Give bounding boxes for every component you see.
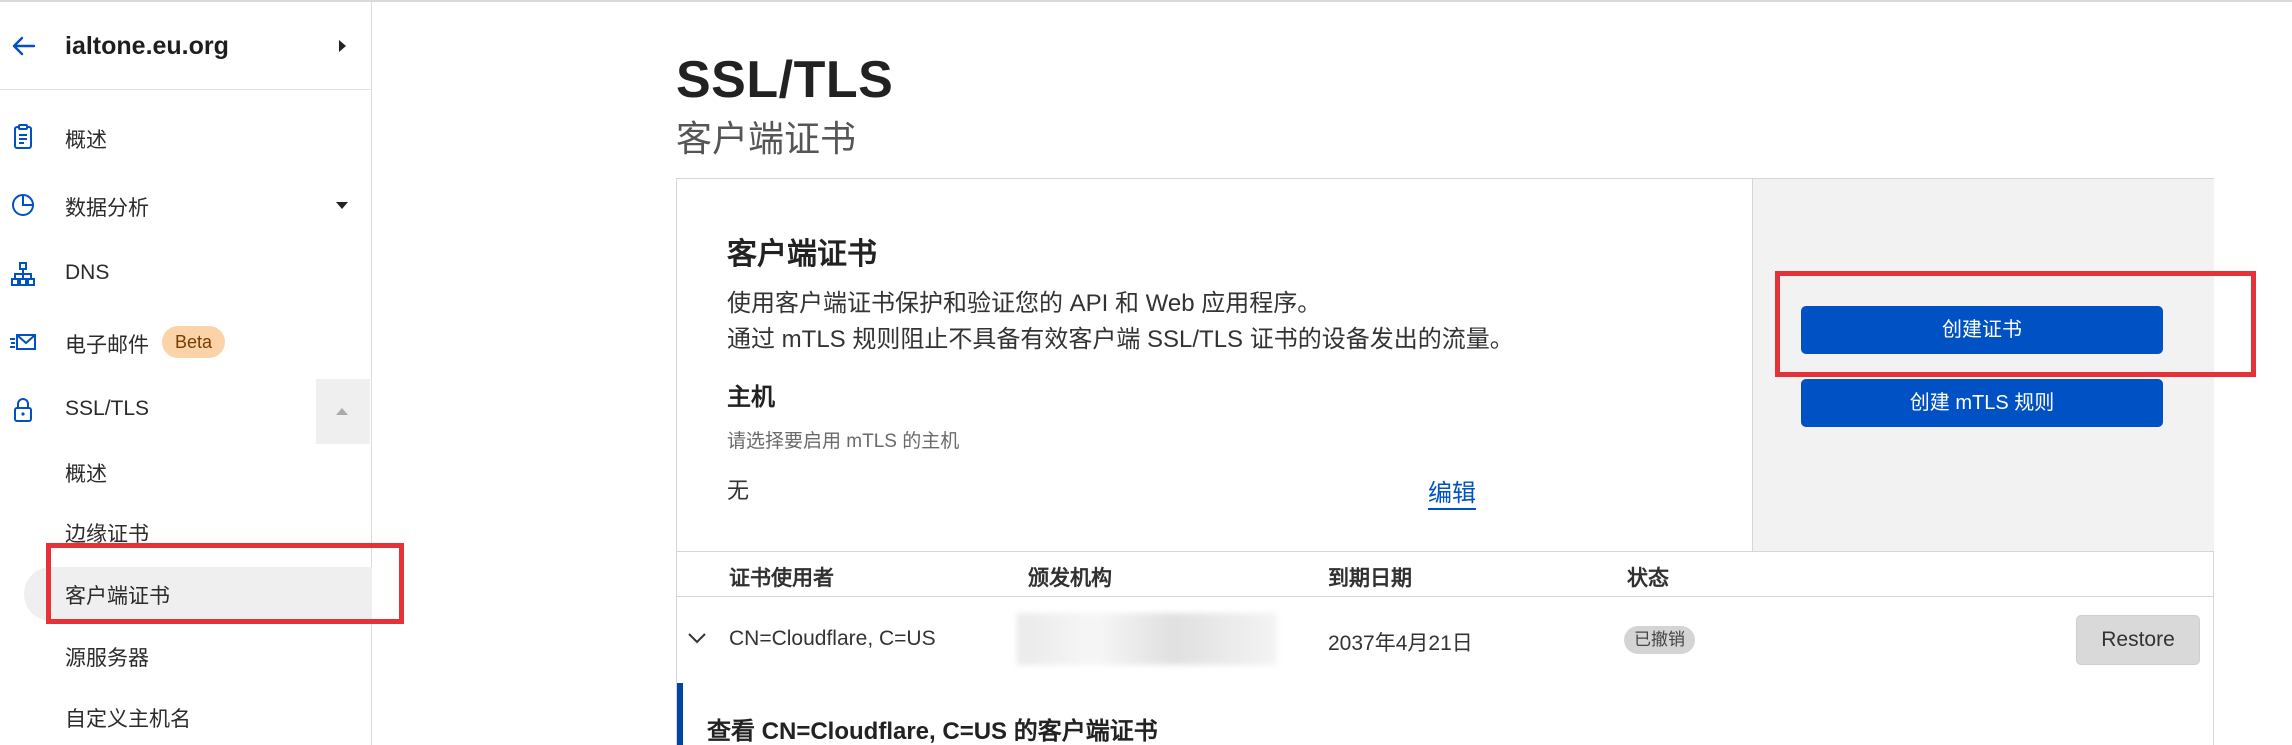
card-actions-panel: 创建证书 创建 mTLS 规则	[1752, 179, 2214, 551]
sidebar-item-email[interactable]: 电子邮件 Beta	[0, 313, 371, 371]
sidebar-item-overview[interactable]: 概述	[0, 108, 371, 166]
page-title: SSL/TLS	[676, 51, 894, 109]
card-description-mtls: 通过 mTLS 规则阻止不具备有效客户端 SSL/TLS 证书的设备发出的流量。	[727, 326, 1514, 353]
certificate-detail-panel: 查看 CN=Cloudflare, C=US 的客户端证书	[677, 683, 2214, 745]
mail-icon	[10, 334, 36, 350]
chevron-down-icon[interactable]	[687, 631, 707, 645]
page-subtitle: 客户端证书	[676, 118, 857, 159]
back-arrow-icon[interactable]	[10, 32, 38, 60]
create-mtls-rule-button[interactable]: 创建 mTLS 规则	[1801, 379, 2163, 427]
table-row: CN=Cloudflare, C=US 2037年4月21日 已撤销 Resto…	[677, 597, 2214, 683]
sub-item-edge-certificates[interactable]: 边缘证书	[65, 518, 149, 548]
sub-item-client-certificates[interactable]: 客户端证书	[65, 580, 170, 610]
zone-name[interactable]: ialtone.eu.org	[65, 32, 229, 61]
sub-item-custom-hostnames[interactable]: 自定义主机名	[65, 703, 191, 733]
zone-header: ialtone.eu.org	[0, 2, 371, 90]
lock-icon	[14, 398, 32, 422]
sidebar-item-label: DNS	[65, 261, 110, 284]
hosts-heading: 主机	[727, 384, 775, 411]
column-header-issuer: 颁发机构	[1028, 567, 1112, 590]
card-description: 使用客户端证书保护和验证您的 API 和 Web 应用程序。	[727, 290, 1322, 317]
collapse-ssl-tls-button[interactable]	[316, 379, 370, 444]
edit-hosts-link[interactable]: 编辑	[1428, 473, 1476, 510]
sidebar: ialtone.eu.org 概述 数据分析 DNS 电子邮件 Beta SSL…	[0, 2, 372, 745]
sidebar-item-dns[interactable]: DNS	[0, 245, 371, 303]
sub-item-overview[interactable]: 概述	[65, 458, 107, 488]
restore-button[interactable]: Restore	[2076, 615, 2200, 665]
column-header-status: 状态	[1627, 567, 1669, 590]
caret-right-icon[interactable]	[336, 38, 348, 54]
cell-expiry: 2037年4月21日	[1328, 632, 1473, 655]
caret-down-icon	[336, 202, 348, 209]
pie-chart-icon	[12, 194, 34, 216]
sidebar-item-label: SSL/TLS	[65, 397, 150, 420]
table-header: 证书使用者 颁发机构 到期日期 状态	[677, 551, 2214, 597]
beta-badge: Beta	[162, 326, 226, 358]
hosts-value: 无	[727, 478, 750, 503]
status-badge: 已撤销	[1624, 626, 1695, 654]
caret-up-icon	[336, 408, 348, 415]
sub-item-origin-server[interactable]: 源服务器	[65, 642, 149, 672]
column-header-expiry: 到期日期	[1328, 567, 1412, 590]
sidebar-item-analytics[interactable]: 数据分析	[0, 176, 371, 234]
sidebar-item-label: 概述	[65, 129, 107, 152]
client-certificates-card: 创建证书 创建 mTLS 规则 客户端证书 使用客户端证书保护和验证您的 API…	[676, 178, 2214, 745]
sidebar-item-label: 数据分析	[65, 197, 149, 220]
redacted-issuer	[1017, 613, 1277, 665]
create-certificate-button[interactable]: 创建证书	[1801, 306, 2163, 354]
hosts-help-text: 请选择要启用 mTLS 的主机	[727, 431, 960, 452]
column-header-subject: 证书使用者	[729, 567, 834, 590]
network-icon	[11, 262, 35, 286]
certificate-detail-title: 查看 CN=Cloudflare, C=US 的客户端证书	[707, 718, 1158, 745]
clipboard-icon	[14, 124, 32, 149]
sidebar-item-label: 电子邮件	[65, 334, 149, 357]
card-heading: 客户端证书	[727, 238, 877, 271]
cell-subject: CN=Cloudflare, C=US	[729, 627, 936, 650]
